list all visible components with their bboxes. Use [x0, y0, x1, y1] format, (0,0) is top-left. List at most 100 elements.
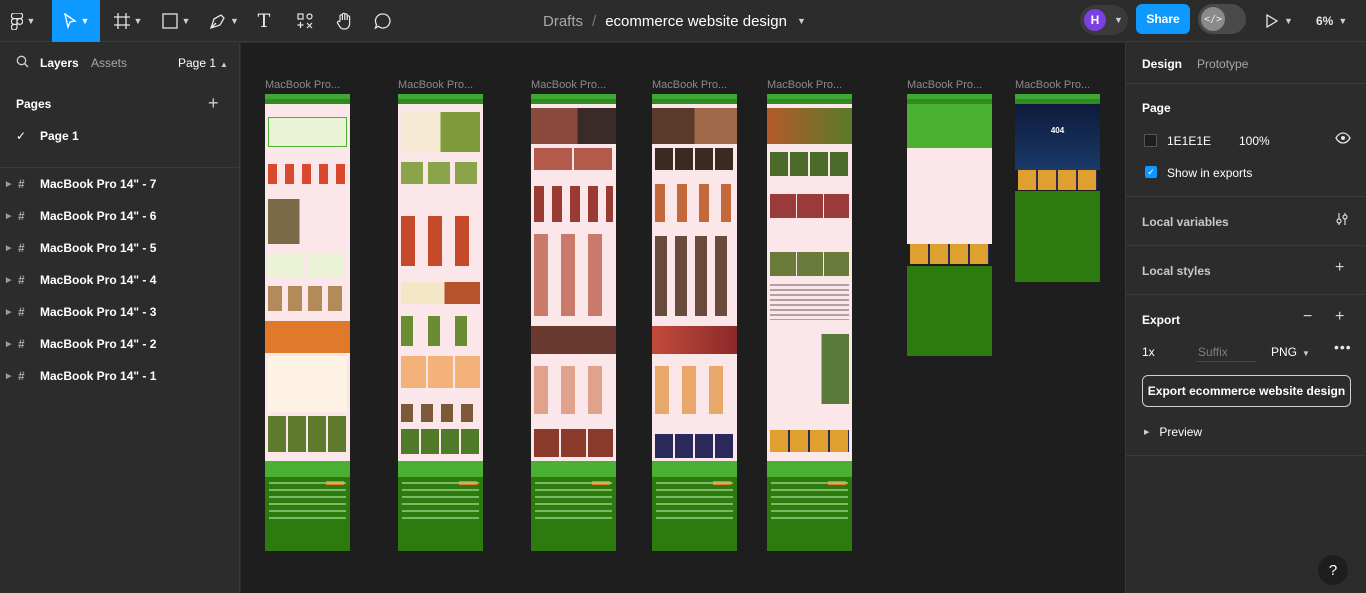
file-title[interactable]: ecommerce website design [605, 13, 787, 30]
tab-prototype[interactable]: Prototype [1197, 57, 1248, 71]
variables-icon[interactable] [1335, 212, 1349, 231]
layer-name: MacBook Pro 14" - 5 [40, 241, 157, 255]
frame-footer [265, 461, 350, 551]
multiplayer-avatars[interactable]: H ▼ [1080, 5, 1128, 35]
frame-macbook-6[interactable] [907, 94, 992, 356]
expand-arrow-icon[interactable]: ▶ [6, 276, 11, 284]
layer-name: MacBook Pro 14" - 2 [40, 337, 157, 351]
article-block [770, 334, 849, 404]
frame-macbook-5[interactable] [767, 94, 852, 551]
layer-row[interactable]: ▶ # MacBook Pro 14" - 3 [0, 296, 240, 328]
expand-arrow-icon[interactable]: ▶ [6, 340, 11, 348]
export-suffix-input[interactable]: Suffix [1198, 345, 1228, 359]
promo-banner [401, 282, 480, 304]
frame-footer [398, 461, 483, 551]
add-export-icon[interactable]: + [1335, 308, 1344, 326]
actions-button[interactable] [292, 0, 318, 42]
right-panel-tabs: Design Prototype [1142, 57, 1248, 71]
move-tool-button[interactable]: ▼ [52, 0, 100, 42]
comment-button[interactable] [372, 0, 394, 42]
layer-row[interactable]: ▶ # MacBook Pro 14" - 2 [0, 328, 240, 360]
frame-macbook-2[interactable] [398, 94, 483, 551]
product-row [534, 366, 613, 414]
frame-label[interactable]: MacBook Pro... [531, 79, 606, 91]
top-toolbar: ▼ ▼ ▼ ▼ ▼ T Drafts / ecommerce website d… [0, 0, 1366, 42]
chevron-down-icon: ▼ [1338, 16, 1348, 26]
frame-label[interactable]: MacBook Pro... [398, 79, 473, 91]
search-icon[interactable] [16, 55, 29, 71]
dev-mode-toggle[interactable]: </> [1198, 4, 1246, 34]
layer-row[interactable]: ▶ # MacBook Pro 14" - 7 [0, 168, 240, 200]
main-menu-button[interactable]: ▼ [0, 0, 46, 42]
show-in-exports-label: Show in exports [1167, 166, 1253, 180]
layer-name: MacBook Pro 14" - 6 [40, 209, 157, 223]
help-button[interactable]: ? [1318, 555, 1348, 585]
page-item-label: Page 1 [40, 129, 79, 143]
frame-label[interactable]: MacBook Pro... [907, 79, 982, 91]
eye-icon[interactable] [1335, 131, 1351, 147]
more-options-icon[interactable]: ••• [1334, 339, 1352, 355]
frame-label[interactable]: MacBook Pro... [1015, 79, 1090, 91]
frame-macbook-3[interactable] [531, 94, 616, 551]
shape-tool-button[interactable]: ▼ [156, 0, 196, 42]
frame-label[interactable]: MacBook Pro... [767, 79, 842, 91]
chevron-down-icon[interactable]: ▼ [797, 16, 806, 26]
layer-row[interactable]: ▶ # MacBook Pro 14" - 1 [0, 360, 240, 392]
export-format-select[interactable]: PNG ▼ [1271, 345, 1310, 359]
expand-arrow-icon[interactable]: ▶ [6, 244, 11, 252]
frame-icon [113, 13, 130, 29]
frame-body [767, 104, 852, 461]
expand-arrow-icon[interactable]: ▶ [6, 372, 11, 380]
tab-assets[interactable]: Assets [91, 56, 127, 70]
page-color-opacity[interactable]: 100% [1239, 134, 1270, 148]
layer-name: MacBook Pro 14" - 7 [40, 177, 157, 191]
frame-tool-button[interactable]: ▼ [108, 0, 148, 42]
frame-macbook-1[interactable] [265, 94, 350, 551]
frame-macbook-4[interactable] [652, 94, 737, 551]
tab-layers[interactable]: Layers [40, 56, 79, 70]
product-grid [534, 186, 613, 222]
export-scale[interactable]: 1x [1142, 345, 1155, 359]
gallery-row [770, 252, 849, 276]
present-button[interactable]: ▼ [1266, 0, 1293, 42]
breadcrumb-folder[interactable]: Drafts [543, 13, 583, 30]
page-color-hex[interactable]: 1E1E1E [1167, 134, 1211, 148]
zoom-menu[interactable]: 6% ▼ [1316, 0, 1347, 42]
expand-arrow-icon[interactable]: ▶ [6, 308, 11, 316]
layer-row[interactable]: ▶ # MacBook Pro 14" - 5 [0, 232, 240, 264]
pen-tool-button[interactable]: ▼ [204, 0, 244, 42]
expand-arrow-icon[interactable]: ▶ [6, 212, 11, 220]
page-color-swatch[interactable] [1144, 134, 1157, 147]
figma-icon [10, 12, 23, 30]
layer-row[interactable]: ▶ # MacBook Pro 14" - 6 [0, 200, 240, 232]
local-styles-title[interactable]: Local styles [1142, 264, 1211, 278]
remove-export-icon[interactable]: − [1303, 308, 1312, 326]
show-in-exports-checkbox[interactable]: ✓ [1145, 166, 1157, 178]
add-style-icon[interactable]: + [1335, 259, 1344, 277]
expand-arrow-icon[interactable]: ▶ [6, 180, 11, 188]
frame-icon: # [18, 177, 25, 191]
canvas[interactable]: MacBook Pro... MacBook Pro... MacBook Pr… [241, 43, 1125, 593]
frame-footer [907, 266, 992, 356]
local-variables-title[interactable]: Local variables [1142, 215, 1229, 229]
frame-label[interactable]: MacBook Pro... [652, 79, 727, 91]
frame-macbook-7[interactable]: 404 [1015, 94, 1100, 282]
export-section-title: Export [1142, 313, 1181, 327]
page-item[interactable]: ✓ Page 1 [16, 129, 79, 143]
frame-icon: # [18, 305, 25, 319]
code-icon: </> [1201, 7, 1225, 31]
preview-toggle[interactable]: ▶ Preview [1144, 425, 1202, 439]
hand-tool-button[interactable] [332, 0, 356, 42]
page-selector-label: Page 1 [178, 56, 217, 70]
text-tool-button[interactable]: T [252, 0, 276, 42]
product-row [401, 162, 480, 184]
page-selector[interactable]: Page 1 ▲ [178, 56, 228, 70]
export-button[interactable]: Export ecommerce website design [1142, 375, 1351, 407]
layer-row[interactable]: ▶ # MacBook Pro 14" - 4 [0, 264, 240, 296]
add-page-button[interactable]: + [208, 93, 219, 114]
frame-icon: # [18, 241, 25, 255]
frame-label[interactable]: MacBook Pro... [265, 79, 340, 91]
tab-design[interactable]: Design [1142, 57, 1182, 71]
share-button[interactable]: Share [1136, 4, 1190, 34]
product-row [401, 316, 480, 346]
